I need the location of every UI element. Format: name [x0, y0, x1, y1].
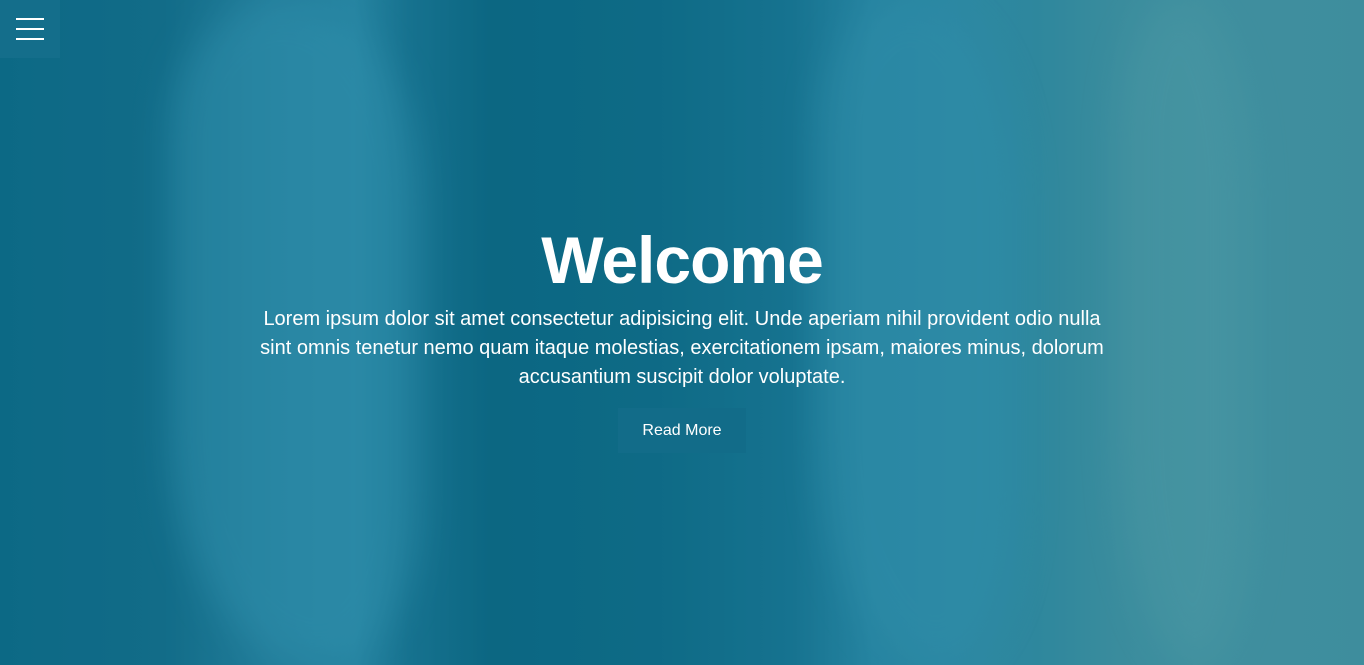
menu-button[interactable]: [0, 0, 60, 58]
read-more-button[interactable]: Read More: [618, 408, 746, 453]
hero-title: Welcome: [541, 223, 824, 297]
hero-section: Welcome Lorem ipsum dolor sit amet conse…: [0, 0, 1364, 665]
hero-content: Welcome Lorem ipsum dolor sit amet conse…: [0, 220, 1364, 453]
hamburger-menu-icon-line: [16, 28, 44, 30]
hero-description: Lorem ipsum dolor sit amet consectetur a…: [260, 308, 1104, 388]
hamburger-menu-icon-line: [16, 38, 44, 40]
hamburger-menu-icon: [16, 18, 44, 20]
